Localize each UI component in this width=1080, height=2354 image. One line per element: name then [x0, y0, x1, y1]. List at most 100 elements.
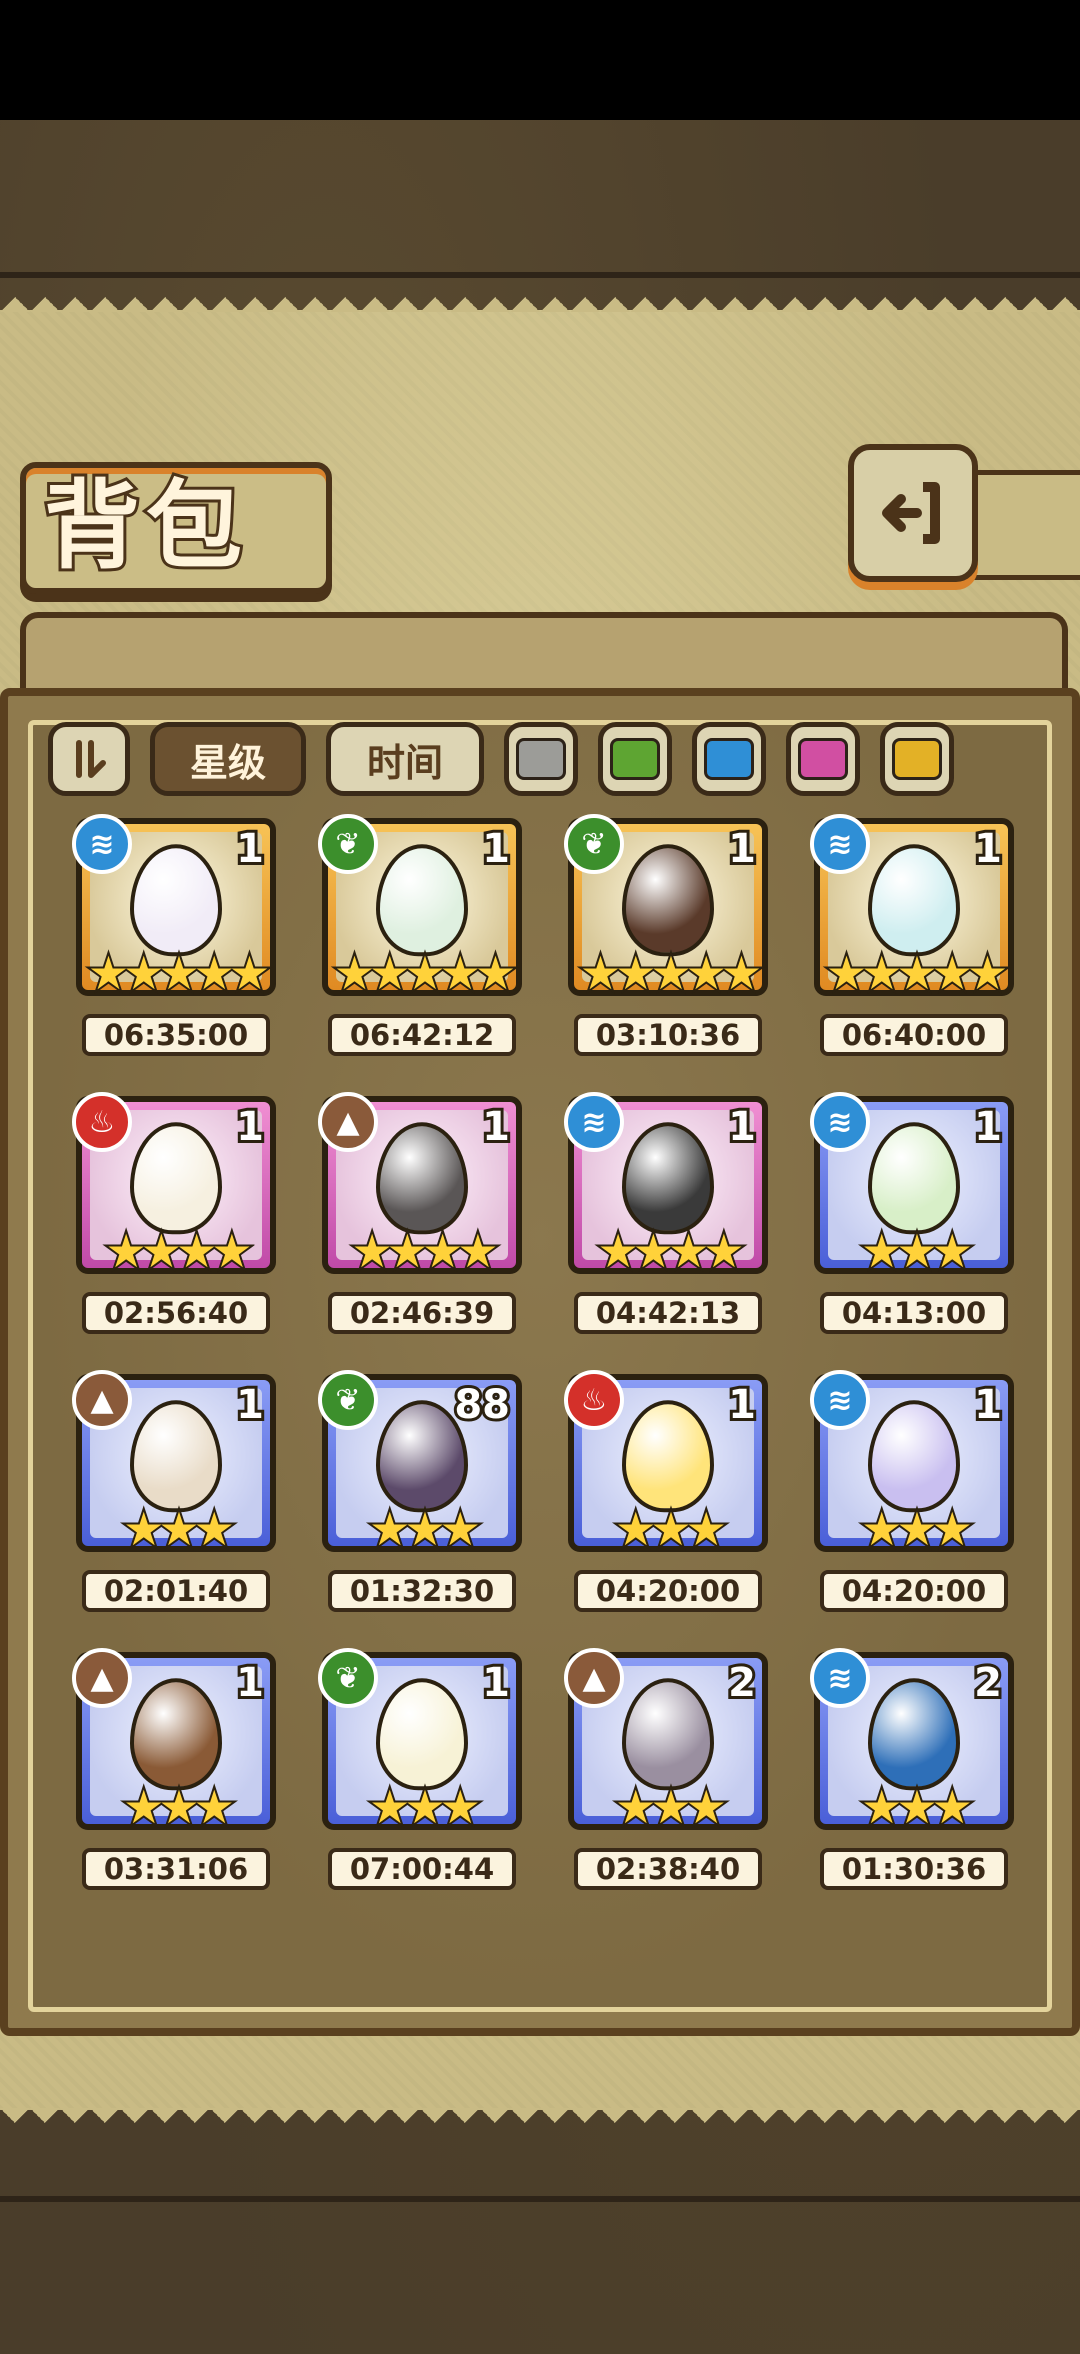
back-arrow-icon: [882, 482, 940, 544]
color-swatch: [516, 738, 566, 780]
egg-card[interactable]: 1 ❦ ★★★★★: [318, 814, 522, 1000]
egg-card[interactable]: 1 ❦ ★★★: [318, 1648, 522, 1834]
water-element-icon: ≋: [564, 1092, 624, 1152]
water-element-icon: ≋: [810, 1092, 870, 1152]
color-swatch: [798, 738, 848, 780]
color-filter-yellow[interactable]: [880, 722, 954, 796]
earth-element-icon: ▲: [318, 1092, 378, 1152]
star-rating: ★★★★★: [332, 946, 518, 1000]
star-rating: ★★★: [367, 1502, 483, 1556]
hatch-timer: 03:31:06: [82, 1848, 270, 1890]
star-rating: ★★★: [121, 1502, 237, 1556]
color-filter-blue[interactable]: [692, 722, 766, 796]
item-count: 1: [233, 823, 267, 875]
hatch-timer: 04:20:00: [820, 1570, 1008, 1612]
page-title: 背包: [41, 466, 248, 585]
star-rating: ★★★: [613, 1502, 729, 1556]
hatch-timer: 02:46:39: [328, 1292, 516, 1334]
egg-card[interactable]: 1 ≋ ★★★★★: [810, 814, 1014, 1000]
egg-card[interactable]: 1 ♨ ★★★★: [72, 1092, 276, 1278]
star-rating: ★★★: [121, 1780, 237, 1834]
egg-card[interactable]: 1 ≋ ★★★: [810, 1092, 1014, 1278]
hatch-timer: 03:10:36: [574, 1014, 762, 1056]
collapse-button[interactable]: [48, 722, 130, 796]
item-count: 88: [451, 1379, 513, 1431]
item-count: 1: [233, 1379, 267, 1431]
item-count: 1: [479, 1101, 513, 1153]
item-count: 1: [971, 1379, 1005, 1431]
item-count: 1: [479, 823, 513, 875]
item-count: 2: [725, 1657, 759, 1709]
egg-card[interactable]: 88 ❦ ★★★: [318, 1370, 522, 1556]
hatch-timer: 01:30:36: [820, 1848, 1008, 1890]
hatch-timer: 06:42:12: [328, 1014, 516, 1056]
egg-card[interactable]: 1 ♨ ★★★: [564, 1370, 768, 1556]
egg-card[interactable]: 1 ▲ ★★★: [72, 1370, 276, 1556]
item-count: 1: [233, 1101, 267, 1153]
leaf-element-icon: ❦: [318, 814, 378, 874]
item-count: 1: [971, 1101, 1005, 1153]
star-rating: ★★★★: [104, 1224, 255, 1278]
water-element-icon: ≋: [810, 1648, 870, 1708]
leaf-element-icon: ❦: [564, 814, 624, 874]
hatch-timer: 06:40:00: [820, 1014, 1008, 1056]
color-swatch: [610, 738, 660, 780]
star-rating: ★★★★★: [578, 946, 764, 1000]
star-rating: ★★★: [859, 1224, 975, 1278]
water-element-icon: ≋: [810, 814, 870, 874]
egg-card[interactable]: 1 ≋ ★★★★: [564, 1092, 768, 1276]
divider: [0, 2196, 1080, 2202]
back-plate: [960, 470, 1080, 580]
torn-edge-bottom: [0, 2108, 1080, 2138]
item-count: 2: [971, 1657, 1005, 1709]
item-count: 1: [725, 1101, 759, 1153]
item-count: 1: [233, 1657, 267, 1709]
fire-element-icon: ♨: [564, 1370, 624, 1430]
sort-time-button[interactable]: 时间: [326, 722, 484, 796]
egg-card[interactable]: 1 ❦ ★★★★★: [564, 814, 768, 1000]
item-count: 1: [725, 823, 759, 875]
color-filter-green[interactable]: [598, 722, 672, 796]
torn-edge-top: [0, 282, 1080, 312]
hatch-timer: 04:20:00: [574, 1570, 762, 1612]
hatch-timer: 02:38:40: [574, 1848, 762, 1890]
back-button[interactable]: [848, 444, 978, 582]
egg-card[interactable]: 1 ≋ ★★★★★: [72, 814, 276, 1000]
hatch-timer: 04:13:00: [820, 1292, 1008, 1334]
hatch-timer: 02:01:40: [82, 1570, 270, 1612]
hatch-timer: 06:35:00: [82, 1014, 270, 1056]
earth-element-icon: ▲: [72, 1648, 132, 1708]
hatch-timer: 01:32:30: [328, 1570, 516, 1612]
water-element-icon: ≋: [72, 814, 132, 874]
collapse-icon: [76, 740, 106, 778]
item-count: 1: [479, 1657, 513, 1709]
status-bar: [0, 0, 1080, 120]
earth-element-icon: ▲: [72, 1370, 132, 1430]
earth-element-icon: ▲: [564, 1648, 624, 1708]
egg-card[interactable]: 2 ≋ ★★★: [810, 1648, 1014, 1834]
item-count: 1: [725, 1379, 759, 1431]
star-rating: ★★★: [613, 1780, 729, 1834]
leaf-element-icon: ❦: [318, 1648, 378, 1708]
color-filter-pink[interactable]: [786, 722, 860, 796]
hatch-timer: 07:00:44: [328, 1848, 516, 1890]
divider: [0, 272, 1080, 278]
color-swatch: [892, 738, 942, 780]
egg-card[interactable]: 2 ▲ ★★★: [564, 1648, 768, 1834]
star-rating: ★★★★: [350, 1224, 501, 1278]
egg-card[interactable]: 1 ▲ ★★★★: [318, 1092, 522, 1278]
star-rating: ★★★★★: [824, 946, 1010, 1000]
hatch-timer: 02:56:40: [82, 1292, 270, 1334]
water-element-icon: ≋: [810, 1370, 870, 1430]
leaf-element-icon: ❦: [318, 1370, 378, 1430]
hatch-timer: 04:42:13: [574, 1292, 762, 1334]
egg-card[interactable]: 1 ≋ ★★★: [810, 1370, 1014, 1556]
egg-card[interactable]: 1 ▲ ★★★: [72, 1648, 276, 1834]
color-filter-gray[interactable]: [504, 722, 578, 796]
star-rating: ★★★: [859, 1502, 975, 1556]
sort-star-button[interactable]: 星级: [150, 722, 306, 796]
star-rating: ★★★★★: [86, 946, 272, 1000]
star-rating: ★★★: [367, 1780, 483, 1834]
star-rating: ★★★: [859, 1780, 975, 1834]
color-swatch: [704, 738, 754, 780]
